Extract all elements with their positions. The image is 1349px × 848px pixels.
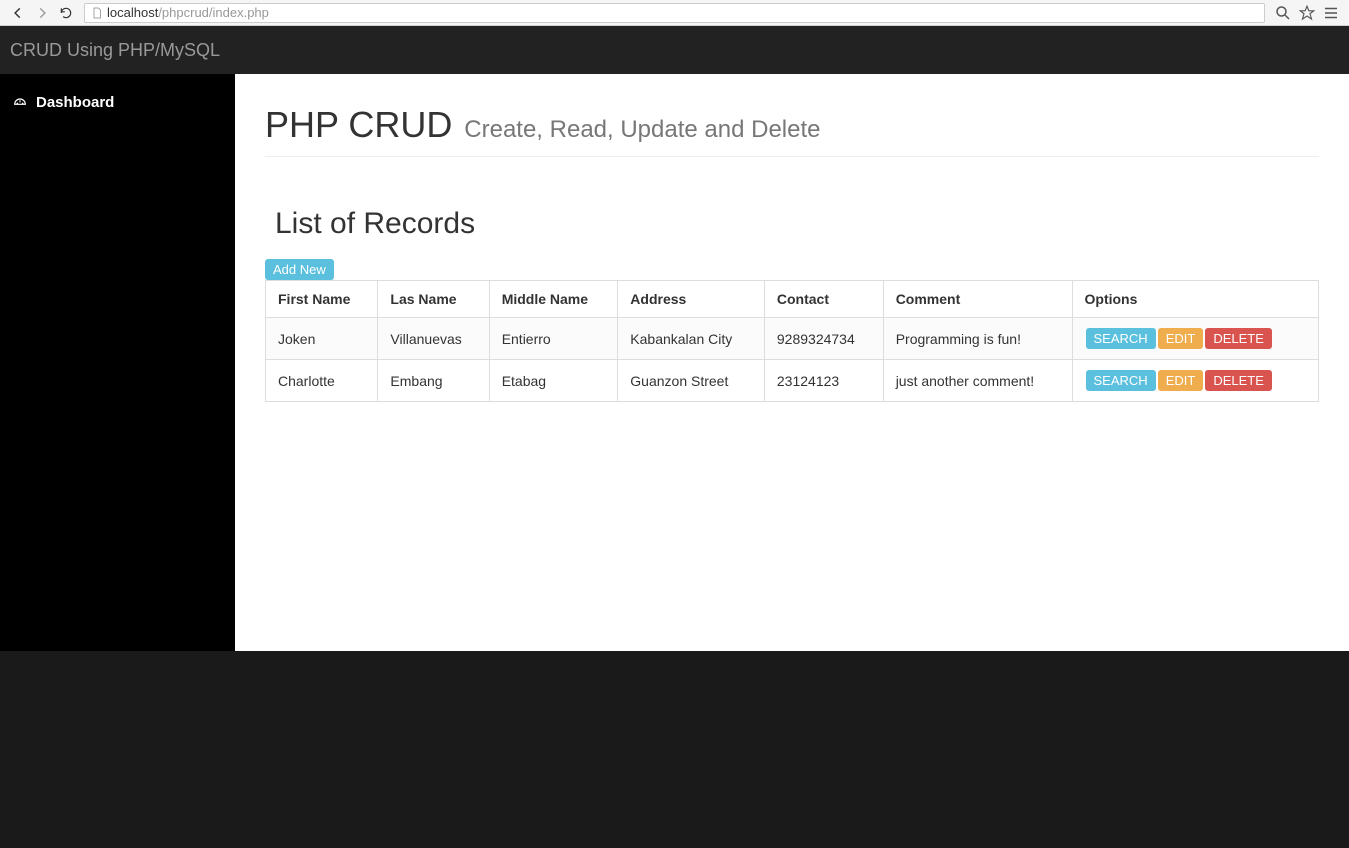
cell-options: SEARCHEDITDELETE (1072, 360, 1318, 402)
sidebar-item-label: Dashboard (36, 94, 114, 111)
delete-button[interactable]: DELETE (1205, 370, 1272, 391)
search-button[interactable]: SEARCH (1086, 370, 1156, 391)
records-table: First Name Las Name Middle Name Address … (265, 280, 1319, 402)
cell-options: SEARCHEDITDELETE (1072, 318, 1318, 360)
zoom-icon[interactable] (1274, 4, 1292, 22)
section-title: List of Records (275, 207, 1319, 241)
forward-icon[interactable] (32, 3, 52, 23)
cell-middle: Entierro (489, 318, 618, 360)
url-text: localhost/phpcrud/index.php (107, 5, 269, 20)
cell-address: Kabankalan City (618, 318, 765, 360)
cell-last: Villanuevas (378, 318, 489, 360)
app-title: CRUD Using PHP/MySQL (10, 40, 220, 61)
add-new-button[interactable]: Add New (265, 259, 334, 280)
dashboard-icon (12, 95, 28, 111)
cell-comment: just another comment! (883, 360, 1072, 402)
col-first-name: First Name (266, 281, 378, 318)
cell-contact: 9289324734 (764, 318, 883, 360)
col-address: Address (618, 281, 765, 318)
app-header: CRUD Using PHP/MySQL (0, 26, 1349, 74)
search-button[interactable]: SEARCH (1086, 328, 1156, 349)
table-row: JokenVillanuevasEntierroKabankalan City9… (266, 318, 1319, 360)
col-last-name: Las Name (378, 281, 489, 318)
edit-button[interactable]: EDIT (1158, 370, 1204, 391)
page-header: PHP CRUD Create, Read, Update and Delete (265, 104, 1319, 157)
cell-last: Embang (378, 360, 489, 402)
back-icon[interactable] (8, 3, 28, 23)
sidebar-item-dashboard[interactable]: Dashboard (0, 84, 235, 121)
page-title: PHP CRUD (265, 104, 452, 145)
edit-button[interactable]: EDIT (1158, 328, 1204, 349)
table-row: CharlotteEmbangEtabagGuanzon Street23124… (266, 360, 1319, 402)
delete-button[interactable]: DELETE (1205, 328, 1272, 349)
address-bar[interactable]: localhost/phpcrud/index.php (84, 3, 1265, 23)
browser-chrome: localhost/phpcrud/index.php (0, 0, 1349, 26)
star-icon[interactable] (1298, 4, 1316, 22)
sidebar: Dashboard (0, 74, 235, 651)
main-content: PHP CRUD Create, Read, Update and Delete… (235, 74, 1349, 651)
col-middle-name: Middle Name (489, 281, 618, 318)
cell-first: Charlotte (266, 360, 378, 402)
menu-icon[interactable] (1322, 4, 1340, 22)
cell-contact: 23124123 (764, 360, 883, 402)
col-contact: Contact (764, 281, 883, 318)
col-options: Options (1072, 281, 1318, 318)
cell-comment: Programming is fun! (883, 318, 1072, 360)
cell-middle: Etabag (489, 360, 618, 402)
cell-first: Joken (266, 318, 378, 360)
page-icon (91, 7, 103, 19)
cell-address: Guanzon Street (618, 360, 765, 402)
page-subtitle: Create, Read, Update and Delete (464, 116, 820, 143)
footer-area (0, 651, 1349, 848)
col-comment: Comment (883, 281, 1072, 318)
reload-icon[interactable] (56, 3, 76, 23)
